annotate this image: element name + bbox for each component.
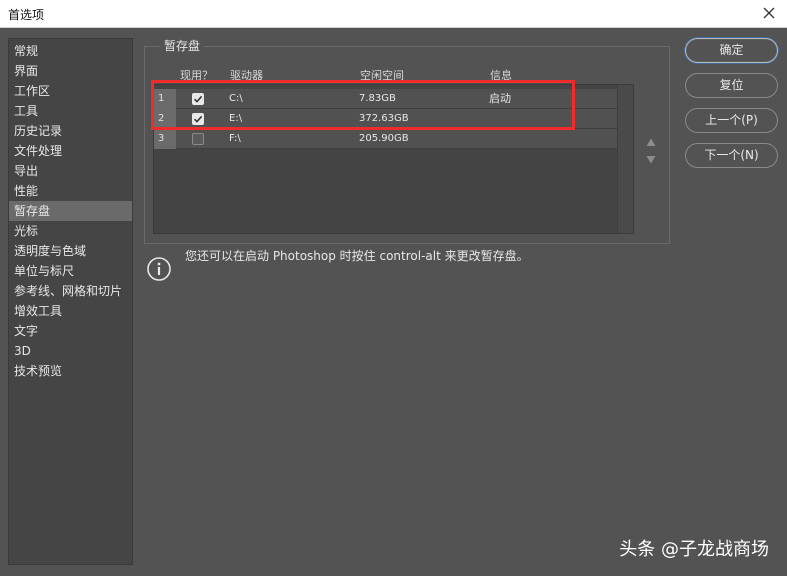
sidebar-item-file-handling[interactable]: 文件处理 xyxy=(9,141,132,161)
row-number: 2 xyxy=(154,109,176,129)
sidebar-item-tools[interactable]: 工具 xyxy=(9,101,132,121)
drive-cell: C:\ xyxy=(229,93,243,104)
previous-button[interactable]: 上一个(P) xyxy=(685,108,778,133)
row-number: 1 xyxy=(154,89,176,109)
column-header-info: 信息 xyxy=(490,69,512,82)
move-up-arrow-icon[interactable] xyxy=(645,136,657,148)
table-row[interactable]: 2 E:\ 372.63GB xyxy=(154,109,617,129)
row-number: 3 xyxy=(154,129,176,149)
close-icon[interactable] xyxy=(759,3,779,23)
sidebar-item-history[interactable]: 历史记录 xyxy=(9,121,132,141)
sidebar-item-performance[interactable]: 性能 xyxy=(9,181,132,201)
sidebar-item-scratch-disks[interactable]: 暂存盘 xyxy=(9,201,132,221)
column-header-active: 现用？ xyxy=(180,69,213,82)
drive-cell: F:\ xyxy=(229,133,241,144)
sidebar-item-workspace[interactable]: 工作区 xyxy=(9,81,132,101)
column-header-free-space: 空闲空间 xyxy=(360,69,404,82)
free-space-cell: 372.63GB xyxy=(359,113,409,124)
info-icon xyxy=(147,257,171,281)
sidebar-item-plugins[interactable]: 增效工具 xyxy=(9,301,132,321)
sidebar-item-cursors[interactable]: 光标 xyxy=(9,221,132,241)
sidebar-item-transparency-gamut[interactable]: 透明度与色域 xyxy=(9,241,132,261)
sidebar-item-guides-grid-slices[interactable]: 参考线、网格和切片 xyxy=(9,281,132,301)
next-button[interactable]: 下一个(N) xyxy=(685,143,778,168)
free-space-cell: 7.83GB xyxy=(359,93,396,104)
scratch-disk-table: 1 C:\ 7.83GB 启动 2 E:\ 372.63GB 3 F:\ 205… xyxy=(153,84,634,234)
sidebar-item-general[interactable]: 常规 xyxy=(9,41,132,61)
sidebar-item-3d[interactable]: 3D xyxy=(9,341,132,361)
move-down-arrow-icon[interactable] xyxy=(645,154,657,166)
preferences-sidebar: 常规 界面 工作区 工具 历史记录 文件处理 导出 性能 暂存盘 光标 透明度与… xyxy=(8,38,133,565)
table-row[interactable]: 3 F:\ 205.90GB xyxy=(154,129,617,149)
ok-button[interactable]: 确定 xyxy=(685,38,778,63)
info-cell: 启动 xyxy=(489,92,511,105)
drive-cell: E:\ xyxy=(229,113,243,124)
group-title: 暂存盘 xyxy=(160,37,205,54)
reset-button[interactable]: 复位 xyxy=(685,73,778,98)
sidebar-item-interface[interactable]: 界面 xyxy=(9,61,132,81)
sidebar-item-technology-previews[interactable]: 技术预览 xyxy=(9,361,132,381)
watermark-text: 头条 @子龙战商场 xyxy=(619,539,769,560)
scratch-disk-hint: 您还可以在启动 Photoshop 时按住 control-alt 来更改暂存盘… xyxy=(185,249,529,263)
sidebar-item-export[interactable]: 导出 xyxy=(9,161,132,181)
window-title: 首选项 xyxy=(8,8,45,22)
title-bar: 首选项 xyxy=(0,0,787,28)
sidebar-item-units-rulers[interactable]: 单位与标尺 xyxy=(9,261,132,281)
column-header-drive: 驱动器 xyxy=(230,69,263,82)
table-scrollbar[interactable] xyxy=(617,85,633,233)
active-checkbox-checked-icon[interactable] xyxy=(192,93,204,105)
free-space-cell: 205.90GB xyxy=(359,133,409,144)
active-checkbox-unchecked-icon[interactable] xyxy=(192,133,204,145)
active-checkbox-checked-icon[interactable] xyxy=(192,113,204,125)
sidebar-item-type[interactable]: 文字 xyxy=(9,321,132,341)
table-row[interactable]: 1 C:\ 7.83GB 启动 xyxy=(154,89,617,109)
